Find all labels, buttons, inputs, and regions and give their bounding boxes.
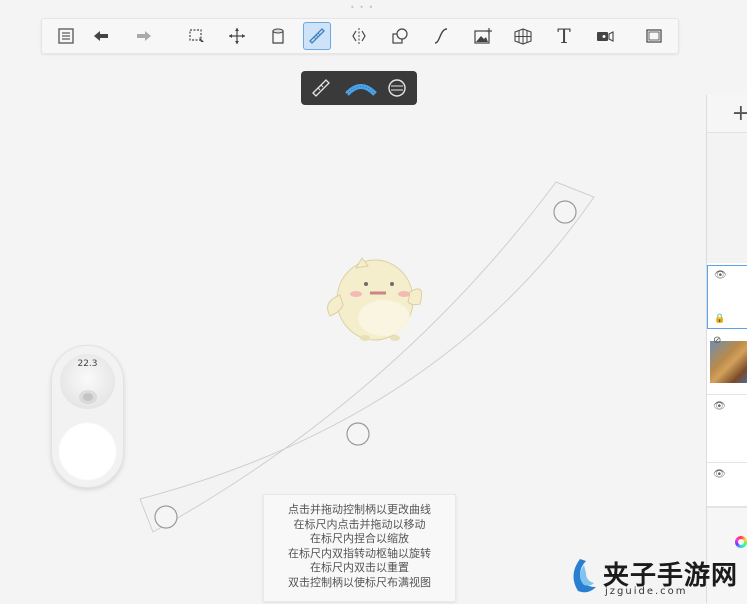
hint-line: 点击并拖动控制柄以更改曲线	[288, 503, 431, 516]
layer-item-selected[interactable]: 👁 🔒	[707, 265, 747, 329]
visibility-eye-icon[interactable]: 👁	[713, 401, 726, 412]
curve-control-handle-top[interactable]	[553, 200, 577, 224]
hint-line: 在标尺内双指转动枢轴以旋转	[288, 546, 431, 560]
hint-line: 在标尺内点击并拖动以移动	[293, 517, 426, 531]
lock-icon[interactable]: 🔒	[714, 314, 725, 324]
brush-size-value: 22.3	[77, 359, 98, 369]
add-layer-button[interactable]: +	[707, 95, 747, 133]
layers-header-area	[707, 133, 747, 263]
curve-control-handle-middle[interactable]	[346, 422, 370, 446]
layer-item[interactable]: ⊘	[707, 331, 747, 395]
brush-opacity-slider[interactable]	[58, 422, 117, 481]
color-picker-icon[interactable]	[735, 536, 747, 548]
layer-item[interactable]: 👁	[707, 397, 747, 463]
visibility-eye-icon[interactable]: 👁	[713, 469, 726, 480]
character-drawing	[327, 257, 423, 341]
site-watermark: 夹子手游网 jzguide.com	[558, 553, 747, 603]
ruler-hint-box: 点击并拖动控制柄以更改曲线 在标尺内点击并拖动以移动 在标尺内捏合以缩放 在标尺…	[263, 494, 456, 602]
layer-thumbnail	[710, 341, 747, 383]
hidden-eye-icon[interactable]: ⊘	[713, 335, 721, 346]
layer-item[interactable]: 👁	[707, 465, 747, 507]
layers-panel: + 👁 🔒 ⊘ 👁 👁	[706, 95, 747, 604]
watermark-logo-icon	[573, 559, 596, 593]
add-layer-label: +	[731, 101, 747, 126]
hint-line: 在标尺内捏合以缩放	[310, 532, 409, 545]
curve-control-handle-bottom[interactable]	[154, 505, 178, 529]
brush-preview-icon	[79, 390, 97, 404]
hint-line: 在标尺内双击以重置	[310, 561, 409, 574]
brush-size-opacity-widget: 22.3	[51, 345, 124, 488]
french-curve-ruler[interactable]	[139, 181, 595, 533]
visibility-eye-icon[interactable]: 👁	[714, 270, 727, 281]
hint-line: 双击控制柄以使标尺布满视图	[288, 575, 431, 589]
watermark-url: jzguide.com	[605, 586, 688, 597]
